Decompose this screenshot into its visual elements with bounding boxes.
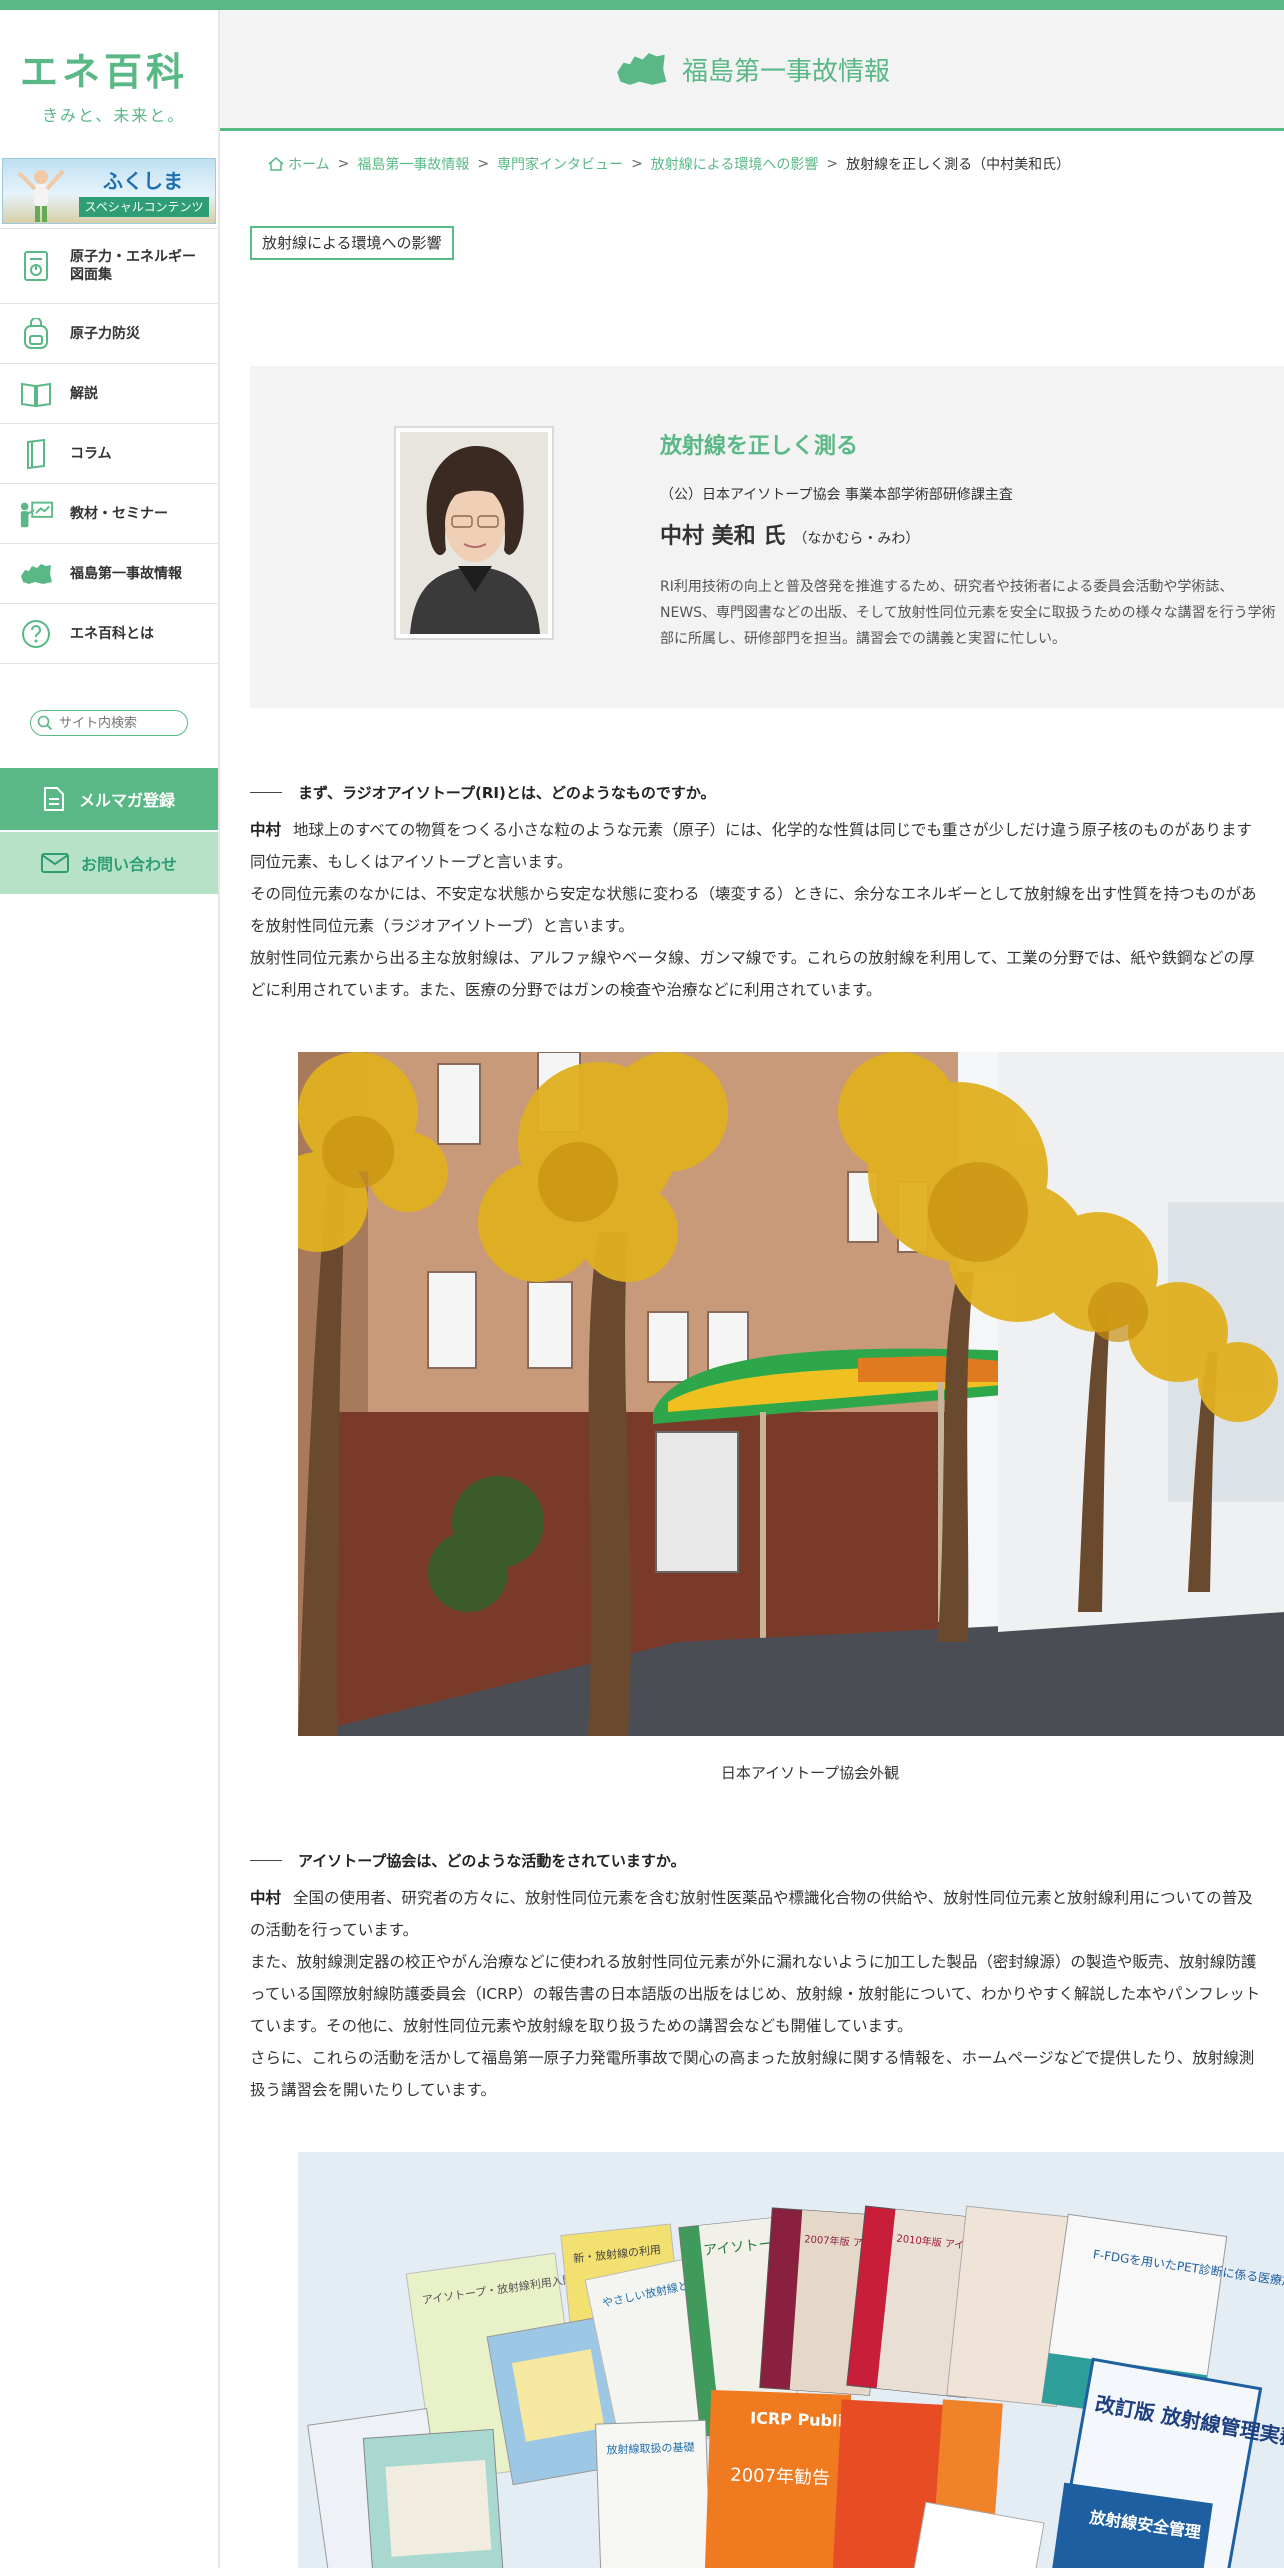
expert-name-reading: （なかむら・みわ） [793, 531, 920, 547]
expert-name-text: 中村 美和 氏 [660, 524, 786, 549]
fukushima-special-banner[interactable]: ふくしま スペシャルコンテンツ [2, 158, 216, 224]
answer-line: その同位元素のなかには、不安定な状態から安定な状態に変わる（壊変する）ときに、余… [250, 885, 1257, 903]
sidebar-item-about[interactable]: エネ百科とは [0, 604, 218, 664]
question-text: アイソトープ協会は、どのような活動をされていますか。 [298, 1852, 686, 1870]
teacher-icon [18, 496, 54, 532]
answer-text: 地球上のすべての物質をつくる小さな粒のような元素（原子）には、化学的な性質は同じ… [293, 821, 1253, 839]
logo-main-text: エネ百科 [20, 50, 189, 94]
answer-text: 全国の使用者、研究者の方々に、放射性同位元素を含む放射性医薬品や標識化合物の供給… [293, 1889, 1253, 1907]
sidebar-item-label: エネ百科とは [70, 625, 154, 642]
breadcrumb-separator: > [337, 156, 350, 172]
answer-line: また、放射線測定器の校正やがん治療などに使われる放射性同位元素が外に漏れないよう… [250, 1953, 1257, 1971]
question-text: まず、ラジオアイソトープ(RI)とは、どのようなものですか。 [298, 784, 716, 802]
mailmag-button[interactable]: メルマガ登録 [0, 768, 218, 830]
answer-line: を放射性同位元素（ラジオアイソトープ）と言います。 [250, 917, 634, 935]
page-title: 福島第一事故情報 [681, 56, 890, 87]
logo-tagline: きみと、未来と。 [42, 106, 186, 125]
site-search [30, 710, 188, 736]
sidebar-item-nuclear-disaster-prevention[interactable]: 原子力防災 [0, 304, 218, 364]
mailmag-label: メルマガ登録 [78, 791, 175, 810]
breadcrumb-item[interactable]: 福島第一事故情報 [357, 154, 469, 174]
sidebar-item-label: 解説 [70, 385, 98, 402]
question-heading: まず、ラジオアイソトープ(RI)とは、どのようなものですか。 [250, 782, 716, 803]
photo-caption: 日本アイソトープ協会外観 [720, 1764, 900, 1782]
question-dash [250, 1860, 282, 1861]
sidebar-item-diagrams[interactable]: 原子力・エネルギー 図面集 [0, 228, 218, 304]
breadcrumb: ホーム > 福島第一事故情報 > 専門家インタビュー > 放射線による環境への影… [268, 154, 1070, 174]
sidebar-item-label: 原子力・エネルギー 図面集 [70, 249, 196, 283]
answer-line: 放射性同位元素から出る主な放射線は、アルファ線やベータ線、ガンマ線です。これらの… [250, 949, 1255, 967]
answer-line: 同位元素、もしくはアイソトープと言います。 [250, 853, 573, 871]
answer-line: の活動を行っています。 [250, 1921, 419, 1939]
document-icon [43, 787, 64, 811]
answer-block: 中村 地球上のすべての物質をつくる小さな粒のような元素（原子）には、化学的な性質は… [250, 814, 1284, 1006]
sidebar-item-fukushima-info[interactable]: 福島第一事故情報 [0, 544, 218, 604]
document-chart-icon [18, 248, 54, 284]
breadcrumb-item[interactable]: 放射線による環境への影響 [651, 154, 819, 174]
speaker-name: 中村 [250, 821, 282, 839]
fukushima-map-icon [617, 53, 667, 85]
sidebar-item-label: 福島第一事故情報 [70, 565, 182, 582]
open-book-icon [18, 376, 54, 412]
breadcrumb-home[interactable]: ホーム [288, 154, 330, 174]
breadcrumb-separator: > [826, 156, 839, 172]
search-icon[interactable] [37, 715, 53, 731]
page-header: 福島第一事故情報 [220, 10, 1284, 131]
speaker-name: 中村 [250, 1889, 282, 1907]
expert-organization: （公）日本アイソトープ協会 事業本部学術部研修課主査 [660, 487, 1013, 503]
site-logo[interactable]: エネ百科 きみと、未来と。 [20, 52, 200, 126]
backpack-icon [18, 316, 54, 352]
answer-line: 中村 地球上のすべての物質をつくる小さな粒のような元素（原子）には、化学的な性質は… [250, 814, 1284, 846]
answer-block: 中村 全国の使用者、研究者の方々に、放射性同位元素を含む放射性医薬品や標識化合物の… [250, 1882, 1284, 2106]
notebook-icon [18, 436, 54, 472]
top-accent-bar [0, 0, 1284, 10]
contact-label: お問い合わせ [80, 855, 177, 874]
sidebar-item-label: 原子力防災 [70, 325, 140, 342]
book-title: 2007年勧告 [730, 2465, 830, 2489]
expert-description: RI利用技術の向上と普及啓発を推進するため、研究者や技術者による委員会活動や学術… [660, 579, 1276, 647]
breadcrumb-current: 放射線を正しく測る（中村美和氏） [846, 157, 1071, 173]
mail-icon [40, 853, 69, 873]
breadcrumb-item[interactable]: 専門家インタビュー [497, 154, 623, 174]
publications-photo: アイソトープ・放射線利用入門 新・放射線の利用 やさしい放射線とアイソトープ ア… [298, 2152, 1284, 2568]
answer-line: っている国際放射線防護委員会（ICRP）の報告書の日本語版の出版をはじめ、放射線… [250, 1985, 1261, 2003]
question-circle-icon [18, 616, 54, 652]
child-figure-icon [17, 169, 65, 222]
sidebar: エネ百科 きみと、未来と。 ふくしま スペシャルコンテンツ 原子力・エネルギー … [0, 10, 220, 2568]
sidebar-item-label: コラム [70, 445, 112, 462]
home-icon[interactable] [268, 156, 284, 172]
category-tag[interactable]: 放射線による環境への影響 [250, 226, 454, 260]
answer-line: 扱う講習会を開いたりしています。 [250, 2081, 496, 2099]
sidebar-item-column[interactable]: コラム [0, 424, 218, 484]
answer-line: さらに、これらの活動を活かして福島第一原子力発電所事故で関心の高まった放射線に関… [250, 2049, 1255, 2067]
sidebar-item-materials-seminars[interactable]: 教材・セミナー [0, 484, 218, 544]
search-input[interactable] [57, 714, 181, 732]
expert-portrait [394, 426, 554, 640]
answer-line: 中村 全国の使用者、研究者の方々に、放射性同位元素を含む放射性医薬品や標識化合物の… [250, 1882, 1284, 1914]
expert-name: 中村 美和 氏 （なかむら・みわ） [660, 518, 919, 550]
building-photo [298, 1052, 1284, 1736]
sidebar-item-label: 教材・セミナー [70, 505, 168, 522]
answer-line: どに利用されています。また、医療の分野ではガンの検査や治療などに利用されています… [250, 981, 882, 999]
breadcrumb-separator: > [477, 156, 490, 172]
interview-title: 放射線を正しく測る [660, 434, 859, 459]
banner-title: ふくしま [103, 169, 183, 193]
answer-line: ています。その他に、放射性同位元素や放射線を取り扱うための講習会なども開催してい… [250, 2017, 913, 2035]
contact-button[interactable]: お問い合わせ [0, 832, 218, 894]
breadcrumb-separator: > [631, 156, 643, 172]
expert-profile: 放射線を正しく測る （公）日本アイソトープ協会 事業本部学術部研修課主査 中村 … [250, 366, 1284, 708]
sidebar-nav: 原子力・エネルギー 図面集 原子力防災 解説 コラム 教材・セミナー 福島第一事… [0, 228, 218, 664]
question-dash [250, 792, 282, 793]
fukushima-map-icon [18, 556, 54, 592]
question-heading: アイソトープ協会は、どのような活動をされていますか。 [250, 1850, 686, 1871]
banner-tag: スペシャルコンテンツ [79, 197, 209, 217]
sidebar-item-explanation[interactable]: 解説 [0, 364, 218, 424]
